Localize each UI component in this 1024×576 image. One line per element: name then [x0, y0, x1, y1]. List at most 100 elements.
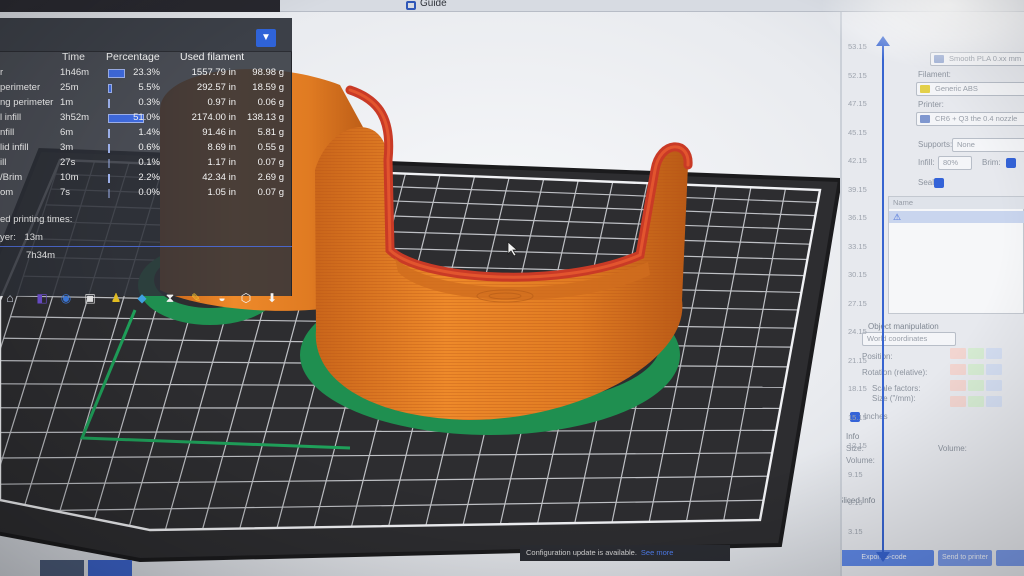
layer-tick-label: 30.15	[848, 270, 867, 279]
travel-icon[interactable]: ⌂	[0, 288, 20, 308]
see-more-link[interactable]: See more	[641, 548, 674, 557]
slider-top-handle-icon[interactable]	[876, 36, 890, 46]
extra-action-button[interactable]	[996, 550, 1024, 566]
seams-icon[interactable]: ♟	[106, 288, 126, 308]
menu-guide[interactable]: Guide	[420, 0, 447, 9]
filament-combo[interactable]: Generic ABS	[916, 82, 1024, 96]
printer-combo[interactable]: CR6 + Q3 the 0.4 nozzle	[916, 112, 1024, 126]
legend-row[interactable]: r 1h46m 23.3% 1557.79 in 98.98 g	[0, 66, 292, 81]
view-preview-button[interactable]	[88, 560, 132, 576]
shells-icon[interactable]: ⬡	[236, 288, 256, 308]
object-list-header: Name	[889, 197, 1024, 209]
legend-row[interactable]: ill 27s 0.1% 1.17 in 0.07 g	[0, 156, 292, 171]
layer-tick-label: 3.15	[848, 526, 863, 536]
slider-track[interactable]	[882, 40, 884, 560]
scale-y-field[interactable]	[968, 380, 984, 391]
legend-column-headers: Time Percentage Used filament	[0, 50, 292, 66]
estimated-times-title: ed printing times:	[0, 214, 73, 225]
layer-tick-label: 39.15	[848, 184, 867, 194]
infill-combo[interactable]: 80%	[938, 156, 972, 170]
view-3d-button[interactable]	[40, 560, 84, 576]
legend-row[interactable]: ng perimeter 1m 0.3% 0.97 in 0.06 g	[0, 96, 292, 111]
object-list-row[interactable]: ⚠	[889, 211, 1024, 223]
size-y-field[interactable]	[968, 396, 984, 407]
layer-tick-label: 15.15	[848, 412, 867, 422]
gcode-legend-panel: ▼ Time Percentage Used filament r 1h46m …	[0, 18, 292, 305]
percentage-bar	[108, 84, 112, 93]
tool-changes-icon[interactable]: ◆	[132, 288, 152, 308]
percentage-bar	[108, 129, 110, 138]
legend-row[interactable]: perimeter 25m 5.5% 292.57 in 18.59 g	[0, 81, 292, 96]
rotation-z-field[interactable]	[986, 364, 1002, 375]
supports-combo[interactable]: None	[952, 138, 1024, 152]
config-update-notification: Configuration update is available. See mo…	[520, 545, 730, 561]
print-settings-icon	[934, 55, 944, 63]
retractions-icon[interactable]: ◉	[56, 288, 76, 308]
tool-marker-icon[interactable]: ⬇	[262, 288, 282, 308]
column-percentage: Percentage	[106, 51, 160, 63]
wipe-icon[interactable]: ◧	[32, 288, 52, 308]
volume-label: Volume:	[938, 444, 967, 453]
percentage-bar	[108, 144, 110, 153]
seal-checkbox[interactable]	[934, 178, 944, 188]
size-z-field[interactable]	[986, 396, 1002, 407]
brim-checkbox[interactable]	[1006, 158, 1016, 168]
legend-row[interactable]: lid infill 3m 0.6% 8.69 in 0.55 g	[0, 141, 292, 156]
guide-icon	[406, 1, 416, 10]
layer-tick-label: 12.15	[848, 441, 867, 450]
position-y-field[interactable]	[968, 348, 984, 359]
deretractions-icon[interactable]: ▣	[80, 288, 100, 308]
legend-row[interactable]: l infill 3h52m 51.0% 2174.00 in 138.13 g	[0, 111, 292, 126]
position-x-field[interactable]	[950, 348, 966, 359]
layer-tick-label: 27.15	[848, 298, 867, 308]
preview-feature-toolbar: ⌂ ◧ ◉ ▣ ♟ ◆ ⧗ ✎ ◒ ⬡ ⬇	[0, 288, 280, 312]
slider-bottom-handle-icon[interactable]	[876, 552, 890, 562]
scale-z-field[interactable]	[986, 380, 1002, 391]
layer-tick-label: 24.15	[848, 327, 867, 336]
legend-row[interactable]: nfill 6m 1.4% 91.46 in 5.81 g	[0, 126, 292, 141]
layer-tick-label: 42.15	[848, 156, 867, 165]
percentage-bar	[108, 69, 125, 78]
scale-x-field[interactable]	[950, 380, 966, 391]
bottom-view-buttons	[40, 560, 140, 576]
total-time-label: 7h34m	[26, 250, 56, 261]
send-to-printer-button[interactable]: Send to printer	[938, 550, 992, 566]
size-x-field[interactable]	[950, 396, 966, 407]
top-menubar: Guide	[280, 0, 1024, 12]
layer-tick-label: 33.15	[848, 241, 867, 251]
column-used-filament: Used filament	[180, 51, 245, 63]
custom-gcode-icon[interactable]: ✎	[186, 288, 206, 308]
layer-tick-label: 18.15	[848, 384, 867, 393]
cog-icon[interactable]: ◒	[212, 288, 232, 308]
filament-label: Filament:	[918, 70, 951, 79]
percentage-bar	[108, 174, 110, 183]
rotation-y-field[interactable]	[968, 364, 984, 375]
layer-tick-label: 53.15	[848, 42, 867, 51]
layer-tick-label: 9.15	[848, 469, 863, 479]
legend-row[interactable]: /Brim 10m 2.2% 42.34 in 2.69 g	[0, 171, 292, 186]
pause-prints-icon[interactable]: ⧗	[160, 288, 180, 308]
layer-tick-label: 21.15	[848, 355, 867, 365]
prusaslicer-window: Guide ▼ Time Percentage Used filament r …	[0, 0, 1024, 576]
layer-tick-label: 36.15	[848, 213, 867, 222]
object-list[interactable]: Name ⚠	[888, 196, 1024, 314]
percentage-bar	[108, 159, 110, 168]
printer-label: Printer:	[918, 100, 944, 109]
layer-tick-label: 52.15	[848, 70, 867, 80]
legend-separator	[0, 246, 292, 247]
percentage-bar	[108, 189, 110, 198]
first-layer-time-label: yer: 13m	[0, 232, 43, 243]
position-z-field[interactable]	[986, 348, 1002, 359]
brim-label: Brim:	[982, 158, 1001, 167]
legend-row[interactable]: om 7s 0.0% 1.05 in 0.07 g	[0, 186, 292, 201]
warning-icon: ⚠	[893, 212, 902, 222]
rotation-x-field[interactable]	[950, 364, 966, 375]
layer-tick-label: 45.15	[848, 127, 867, 137]
layer-height-slider[interactable]: 53.15 52.15 47.15 45.15 42.15 39.15 36.15 33.15…	[842, 12, 890, 576]
percentage-bar	[108, 99, 110, 108]
infill-label: Infill:	[918, 158, 935, 167]
layer-tick-label: 6.15	[848, 498, 863, 507]
legend-view-type-combo[interactable]: ▼	[0, 18, 292, 52]
chevron-down-icon[interactable]: ▼	[256, 29, 276, 47]
print-settings-combo[interactable]: Smooth PLA 0.xx mm	[930, 52, 1024, 66]
